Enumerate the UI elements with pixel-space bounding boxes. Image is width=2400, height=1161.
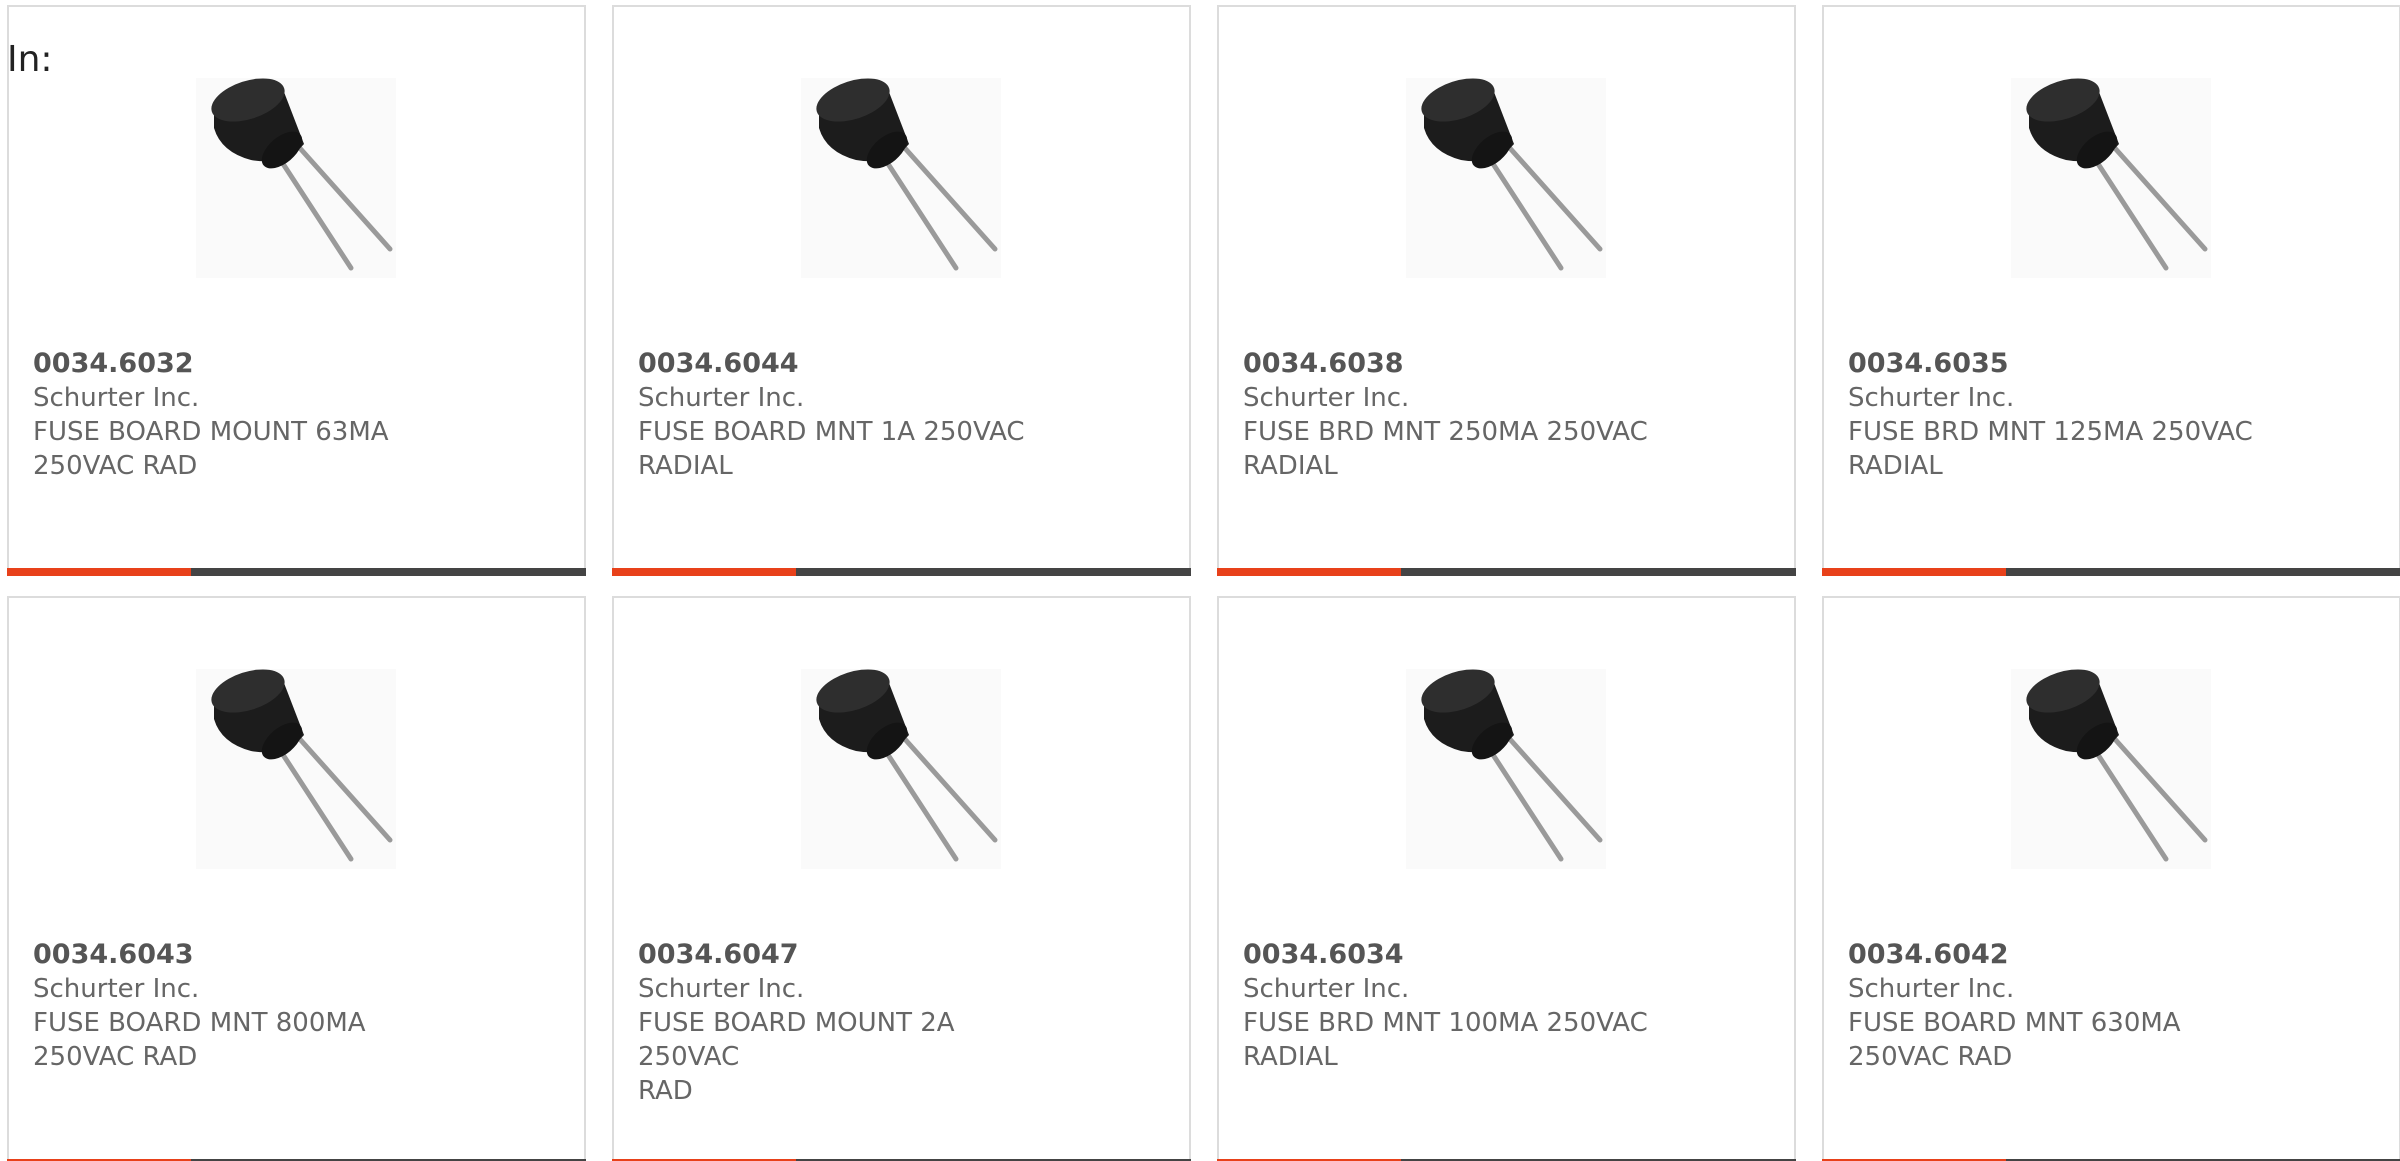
product-info: 0034.6038 Schurter Inc. FUSE BRD MNT 250… — [1243, 347, 1663, 483]
part-number-link[interactable]: 0034.6032 — [33, 348, 194, 379]
description-line2: RADIAL — [1243, 1042, 1338, 1072]
manufacturer-name: Schurter Inc. — [1848, 974, 2015, 1004]
description-line1: FUSE BRD MNT 250MA 250VAC — [1243, 417, 1648, 447]
part-number-link[interactable]: 0034.6038 — [1243, 348, 1404, 379]
product-grid: 0034.6032 Schurter Inc. FUSE BOARD MOUNT… — [7, 5, 2400, 1161]
product-card[interactable]: 0034.6047 Schurter Inc. FUSE BOARD MOUNT… — [612, 596, 1191, 1161]
product-info: 0034.6047 Schurter Inc. FUSE BOARD MOUNT… — [638, 938, 1058, 1108]
product-info: 0034.6032 Schurter Inc. FUSE BOARD MOUNT… — [33, 347, 453, 483]
radial-fuse-image[interactable] — [801, 669, 1001, 869]
description-line2: RADIAL — [638, 451, 733, 481]
product-info: 0034.6034 Schurter Inc. FUSE BRD MNT 100… — [1243, 938, 1663, 1074]
radial-fuse-image[interactable] — [1406, 78, 1606, 278]
radial-fuse-icon — [1421, 669, 1603, 862]
product-card[interactable]: 0034.6044 Schurter Inc. FUSE BOARD MNT 1… — [612, 5, 1191, 576]
radial-fuse-icon — [816, 669, 998, 862]
manufacturer-name: Schurter Inc. — [1848, 383, 2015, 413]
description-line2: RADIAL — [1243, 451, 1338, 481]
part-number-link[interactable]: 0034.6035 — [1848, 348, 2009, 379]
radial-fuse-image[interactable] — [801, 78, 1001, 278]
card-bottom-bar — [1822, 568, 2400, 576]
product-card[interactable]: 0034.6042 Schurter Inc. FUSE BOARD MNT 6… — [1822, 596, 2400, 1161]
product-info: 0034.6044 Schurter Inc. FUSE BOARD MNT 1… — [638, 347, 1058, 483]
part-number-link[interactable]: 0034.6044 — [638, 348, 799, 379]
radial-fuse-image[interactable] — [2011, 669, 2211, 869]
card-accent-bar — [1822, 568, 2006, 576]
product-card[interactable]: 0034.6038 Schurter Inc. FUSE BRD MNT 250… — [1217, 5, 1796, 576]
description-line1: FUSE BOARD MOUNT 63MA — [33, 417, 389, 447]
description-line1: FUSE BOARD MOUNT 2A 250VAC — [638, 1008, 955, 1072]
description-line1: FUSE BRD MNT 100MA 250VAC — [1243, 1008, 1648, 1038]
product-card[interactable]: 0034.6032 Schurter Inc. FUSE BOARD MOUNT… — [7, 5, 586, 576]
manufacturer-name: Schurter Inc. — [1243, 383, 1410, 413]
product-grid-page: In: 0034.6032 Schurter Inc. FUSE BOARD M… — [0, 0, 2400, 1161]
radial-fuse-icon — [2026, 78, 2208, 271]
description-line1: FUSE BOARD MNT 630MA — [1848, 1008, 2181, 1038]
manufacturer-name: Schurter Inc. — [33, 383, 200, 413]
part-number-link[interactable]: 0034.6043 — [33, 939, 194, 970]
manufacturer-name: Schurter Inc. — [1243, 974, 1410, 1004]
part-number-link[interactable]: 0034.6042 — [1848, 939, 2009, 970]
product-info: 0034.6042 Schurter Inc. FUSE BOARD MNT 6… — [1848, 938, 2268, 1074]
radial-fuse-icon — [1421, 78, 1603, 271]
radial-fuse-image[interactable] — [2011, 78, 2211, 278]
description-line1: FUSE BOARD MNT 1A 250VAC — [638, 417, 1025, 447]
part-number-link[interactable]: 0034.6047 — [638, 939, 799, 970]
part-number-link[interactable]: 0034.6034 — [1243, 939, 1404, 970]
manufacturer-name: Schurter Inc. — [638, 974, 805, 1004]
card-accent-bar — [612, 568, 796, 576]
card-bottom-bar — [612, 568, 1191, 576]
product-card[interactable]: 0034.6034 Schurter Inc. FUSE BRD MNT 100… — [1217, 596, 1796, 1161]
description-line2: 250VAC RAD — [33, 451, 198, 481]
description-line1: FUSE BOARD MNT 800MA — [33, 1008, 366, 1038]
card-accent-bar — [1217, 568, 1401, 576]
radial-fuse-image[interactable] — [196, 78, 396, 278]
product-card[interactable]: 0034.6043 Schurter Inc. FUSE BOARD MNT 8… — [7, 596, 586, 1161]
description-line1: FUSE BRD MNT 125MA 250VAC — [1848, 417, 2253, 447]
description-line2: RAD — [638, 1076, 693, 1106]
in-label: In: — [7, 39, 53, 80]
manufacturer-name: Schurter Inc. — [638, 383, 805, 413]
radial-fuse-icon — [211, 78, 393, 271]
product-info: 0034.6043 Schurter Inc. FUSE BOARD MNT 8… — [33, 938, 453, 1074]
radial-fuse-icon — [816, 78, 998, 271]
radial-fuse-image[interactable] — [1406, 669, 1606, 869]
card-accent-bar — [7, 568, 191, 576]
description-line2: 250VAC RAD — [33, 1042, 198, 1072]
card-bottom-bar — [1217, 568, 1796, 576]
manufacturer-name: Schurter Inc. — [33, 974, 200, 1004]
card-bottom-bar — [7, 568, 586, 576]
description-line2: RADIAL — [1848, 451, 1943, 481]
description-line2: 250VAC RAD — [1848, 1042, 2013, 1072]
product-info: 0034.6035 Schurter Inc. FUSE BRD MNT 125… — [1848, 347, 2268, 483]
radial-fuse-image[interactable] — [196, 669, 396, 869]
radial-fuse-icon — [2026, 669, 2208, 862]
radial-fuse-icon — [211, 669, 393, 862]
product-card[interactable]: 0034.6035 Schurter Inc. FUSE BRD MNT 125… — [1822, 5, 2400, 576]
